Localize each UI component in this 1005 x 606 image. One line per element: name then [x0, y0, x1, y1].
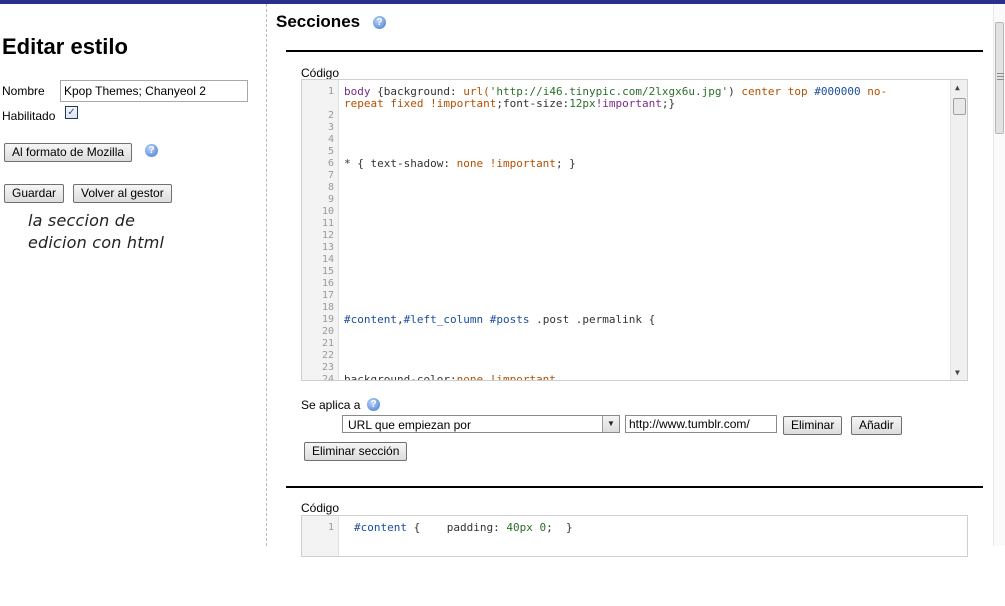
line-number: 21 [321, 338, 334, 349]
code-token: 40px 0 [506, 521, 547, 534]
line-number: 6 [327, 158, 334, 169]
line-number: 24 [321, 374, 334, 381]
code-line-24: background-color:none !important [344, 374, 556, 381]
line-number: 2 [327, 110, 334, 121]
enabled-checkbox[interactable]: ✓ [65, 106, 78, 119]
line-number: 23 [321, 362, 334, 373]
applies-to-label: Se aplica a [301, 398, 361, 412]
code-token: center top [741, 85, 815, 98]
code-label: Código [301, 66, 340, 80]
grip-line [997, 79, 1004, 80]
handwritten-annotation: la seccion de edicion con html [28, 210, 164, 254]
code-editor[interactable]: 1 2 3 4 5 6 7 8 9 10 11 12 13 14 15 16 1… [301, 79, 968, 381]
back-to-manager-button[interactable]: Volver al gestor [73, 184, 172, 203]
line-number: 3 [327, 122, 334, 133]
line-number: 7 [327, 170, 334, 181]
code-token: background-color: [344, 373, 457, 381]
code-line-1: #content { padding: 40px 0; } [354, 522, 573, 534]
line-number: 14 [321, 254, 334, 265]
code-token: .post .permalink { [529, 313, 656, 326]
line-number: 1 [327, 86, 334, 97]
code-token: none !important [456, 157, 556, 170]
delete-section-button[interactable]: Eliminar sección [304, 442, 408, 461]
grip-line [997, 73, 1004, 74]
annotation-line-2: edicion con html [28, 233, 165, 252]
code-token: , [396, 313, 404, 326]
url-input[interactable] [625, 415, 777, 433]
code-token: none !important [456, 373, 556, 381]
line-number: 16 [321, 278, 334, 289]
code-token: #000000 [814, 85, 861, 98]
code-line-1-wrap: repeat fixed !important;font-size:12px!i… [344, 98, 675, 110]
code-token: ; } [555, 157, 576, 170]
select-value: URL que empiezan por [348, 418, 471, 432]
url-rule-select[interactable]: URL que empiezan por ▼ [342, 415, 620, 433]
line-number: 1 [327, 522, 334, 533]
line-number: 10 [321, 206, 334, 217]
annotation-line-1: la seccion de [28, 211, 136, 230]
code-token: * { text-shadow: [344, 157, 457, 170]
help-icon[interactable]: ? [145, 144, 158, 157]
mozilla-format-button[interactable]: Al formato de Mozilla [4, 143, 133, 162]
code-token: !important [595, 97, 662, 110]
line-number: 11 [321, 218, 334, 229]
code-label: Código [301, 501, 340, 515]
line-number: 20 [321, 326, 334, 337]
name-label: Nombre [2, 84, 45, 98]
page-scrollbar[interactable] [993, 4, 1005, 546]
page-title: Editar estilo [2, 34, 128, 59]
line-number: 8 [327, 182, 334, 193]
sections-help-icon[interactable]: ? [373, 16, 386, 29]
code-token: 12px [569, 97, 596, 110]
code-token: { padding: [406, 521, 507, 534]
line-number: 19 [321, 314, 334, 325]
line-number: 18 [321, 302, 334, 313]
grip-line [997, 76, 1004, 77]
code-line-6: * { text-shadow: none !important; } [344, 158, 576, 170]
enabled-label: Habilitado [2, 109, 56, 123]
scroll-thumb[interactable] [953, 98, 966, 115]
code-token: ;} [661, 97, 676, 110]
line-number: 4 [327, 134, 334, 145]
line-number: 22 [321, 350, 334, 361]
section-separator [286, 486, 983, 488]
line-number-gutter: 1 2 3 4 5 6 7 8 9 10 11 12 13 14 15 16 1… [302, 80, 339, 380]
line-number: 15 [321, 266, 334, 277]
code-token: #content [344, 313, 397, 326]
line-number: 12 [321, 230, 334, 241]
delete-rule-button[interactable]: Eliminar [783, 416, 843, 435]
section-separator [286, 50, 983, 52]
code-token: ;font-size: [496, 97, 570, 110]
code-token: repeat fixed !important [344, 97, 497, 110]
code-token: #content [354, 521, 407, 534]
code-editor-2[interactable]: 1 #content { padding: 40px 0; } [301, 515, 968, 557]
column-divider [266, 4, 267, 546]
code-token: ) [728, 85, 742, 98]
code-token: #left_column #posts [403, 313, 530, 326]
scroll-up-icon[interactable]: ▲ [955, 83, 960, 92]
scroll-down-icon[interactable]: ▼ [955, 368, 960, 377]
save-button[interactable]: Guardar [4, 184, 65, 203]
applies-help-icon[interactable]: ? [367, 398, 380, 411]
line-number: 13 [321, 242, 334, 253]
line-number: 5 [327, 146, 334, 157]
line-number: 9 [327, 194, 334, 205]
name-input[interactable] [60, 80, 248, 102]
line-number-gutter: 1 [302, 516, 339, 556]
page-scroll-thumb[interactable] [995, 22, 1004, 134]
chevron-down-icon[interactable]: ▼ [602, 416, 619, 432]
editor-scrollbar[interactable]: ▲ ▼ [950, 80, 967, 380]
sections-title: Secciones [276, 12, 361, 31]
code-token: ; } [546, 521, 573, 534]
code-token: no- [860, 85, 888, 98]
line-number: 17 [321, 290, 334, 301]
code-line-19: #content,#left_column #posts .post .perm… [344, 314, 655, 326]
add-rule-button[interactable]: Añadir [851, 416, 902, 435]
